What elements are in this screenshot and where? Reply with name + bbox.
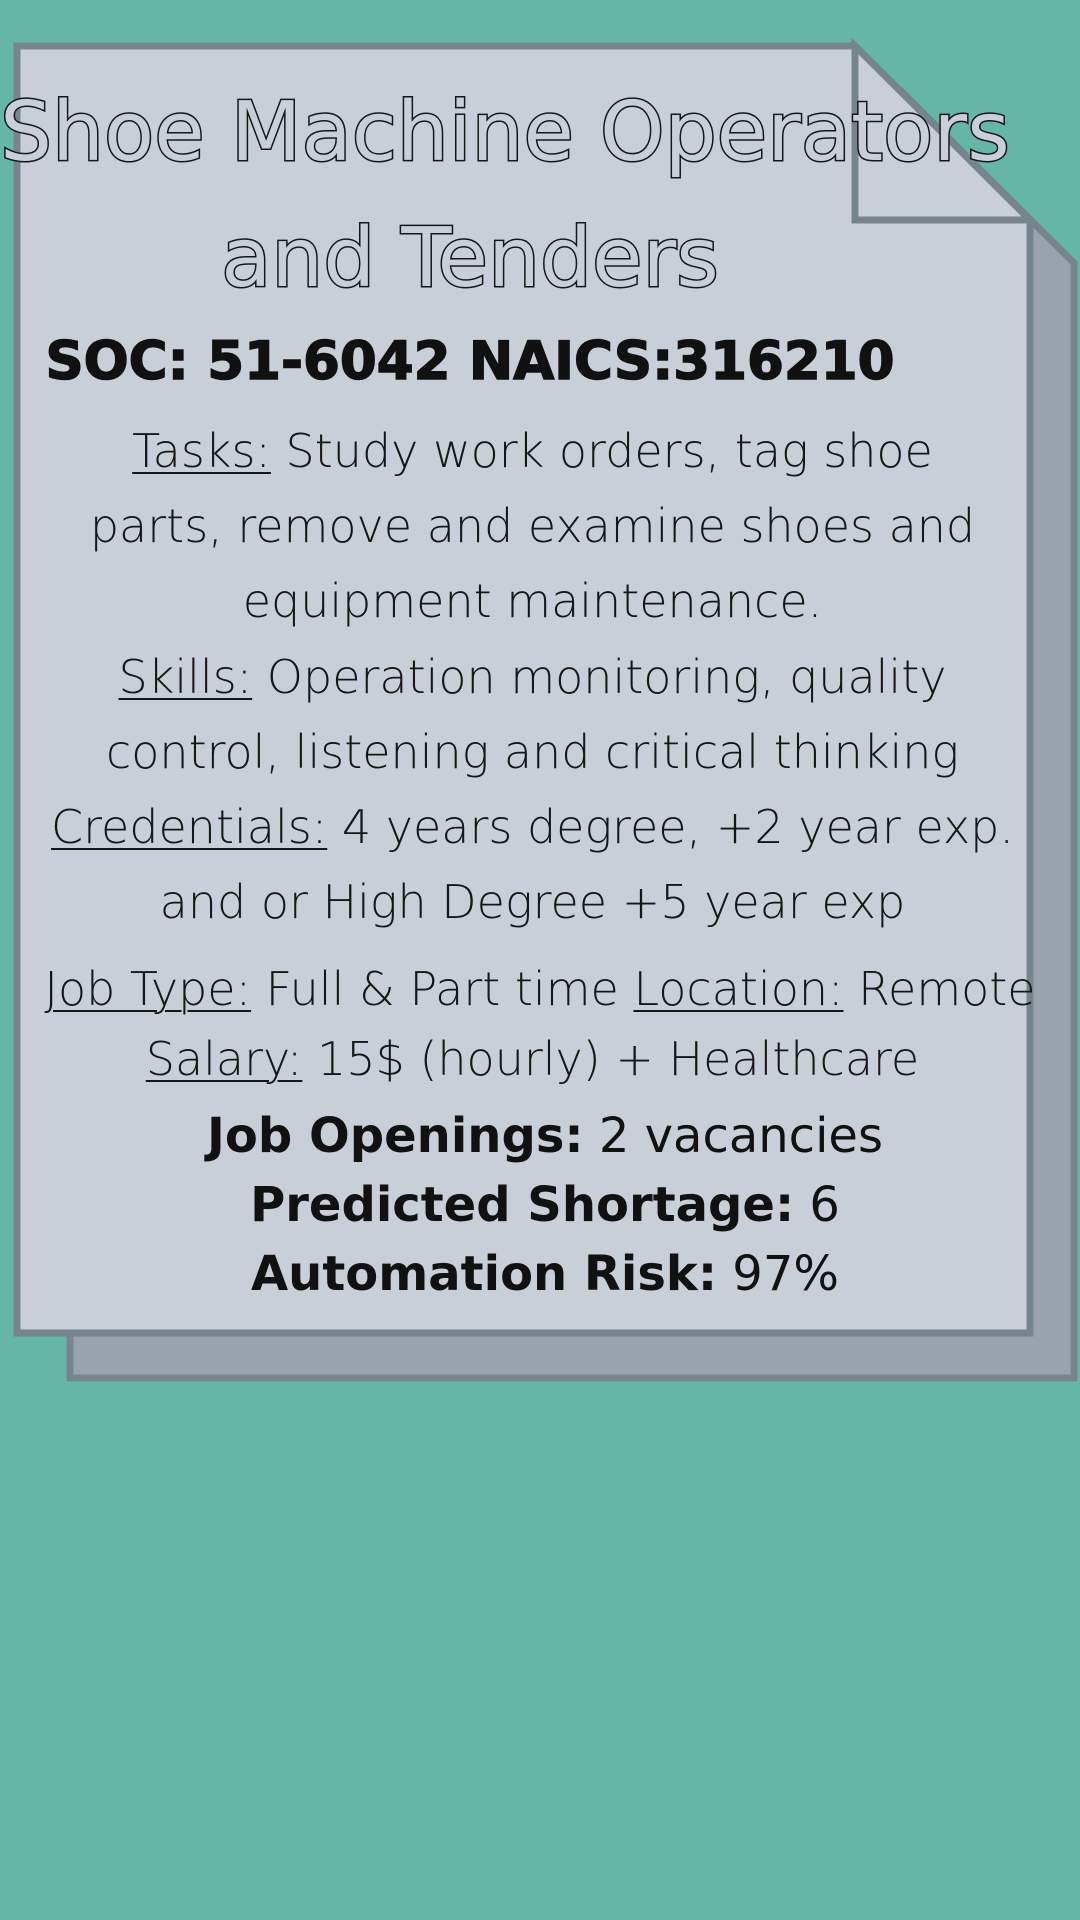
job-openings-label: Job Openings: bbox=[207, 1108, 584, 1164]
predicted-shortage-label: Predicted Shortage: bbox=[250, 1177, 795, 1233]
page-title-line1: Shoe Machine Operators bbox=[0, 85, 1011, 180]
tasks-label: Tasks: bbox=[132, 424, 271, 478]
page-title-line2: and Tenders bbox=[220, 211, 721, 306]
tasks-section: Tasks: Study work orders, tag shoe parts… bbox=[70, 414, 995, 639]
automation-risk-value: 97% bbox=[717, 1246, 839, 1302]
credentials-section: Credentials: 4 years degree, +2 year exp… bbox=[20, 790, 1045, 940]
job-type-label: Job Type: bbox=[44, 962, 252, 1016]
predicted-shortage-value: 6 bbox=[794, 1177, 840, 1233]
job-type-text: Full & Part time bbox=[251, 962, 634, 1016]
salary-label: Salary: bbox=[145, 1032, 303, 1086]
job-type-location-line: Job Type: Full & Part time Location: Rem… bbox=[20, 955, 1060, 1023]
page: { "colors": { "background": "#66b6a8", "… bbox=[0, 0, 1080, 1920]
job-openings: Job Openings: 2 vacancies bbox=[20, 1102, 1070, 1171]
salary-text: 15$ (hourly) + Healthcare bbox=[302, 1032, 920, 1086]
skills-section: Skills: Operation monitoring, quality co… bbox=[70, 640, 995, 790]
salary-line: Salary: 15$ (hourly) + Healthcare bbox=[20, 1025, 1045, 1093]
location-label: Location: bbox=[633, 962, 844, 1016]
occupation-codes: SOC: 51-6042 NAICS:316210 bbox=[45, 331, 896, 392]
document-content: Shoe Machine Operators and Tenders SOC: … bbox=[0, 0, 1080, 1400]
predicted-shortage: Predicted Shortage: 6 bbox=[20, 1171, 1070, 1240]
skills-label: Skills: bbox=[118, 650, 253, 704]
location-text: Remote bbox=[843, 962, 1036, 1016]
automation-risk-label: Automation Risk: bbox=[251, 1246, 718, 1302]
automation-risk: Automation Risk: 97% bbox=[20, 1240, 1070, 1309]
job-openings-value: 2 vacancies bbox=[583, 1108, 883, 1164]
credentials-label: Credentials: bbox=[50, 800, 328, 854]
